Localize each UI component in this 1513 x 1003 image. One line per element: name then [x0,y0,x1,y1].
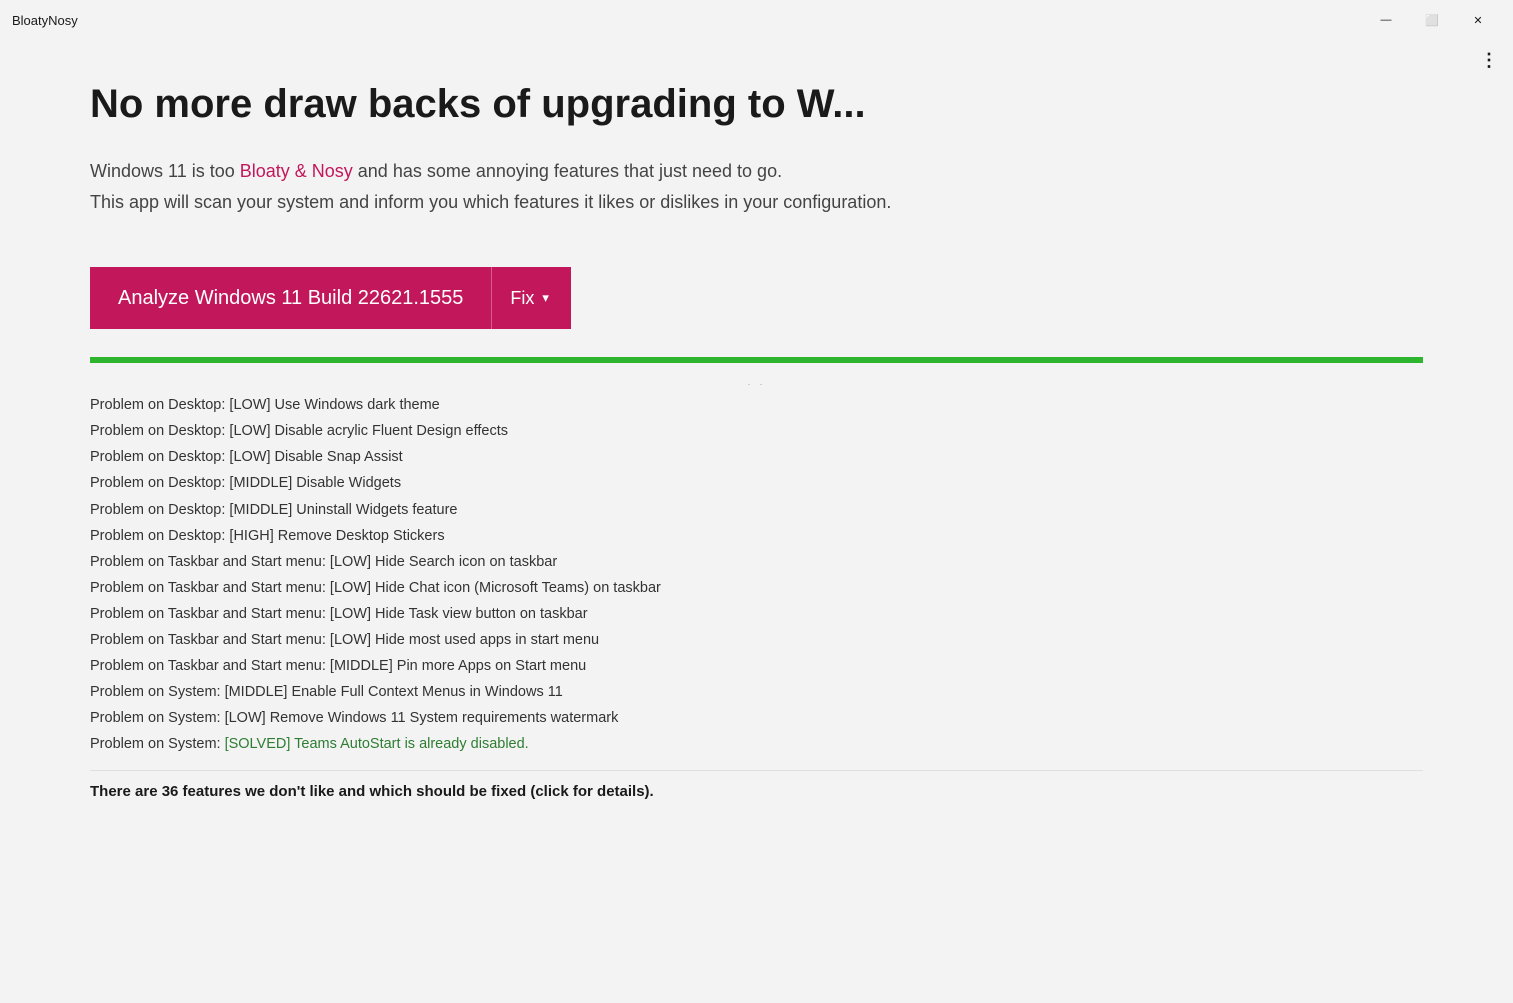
result-item-8: Problem on Taskbar and Start menu: [LOW]… [90,575,1403,601]
title-bar-left: BloatyNosy [12,13,78,28]
subtitle-prefix: Windows 11 is too [90,161,240,181]
title-bar-controls: — ⬜ ✕ [1363,0,1501,40]
result-item-14: Problem on System: [SOLVED] Teams AutoSt… [90,731,1403,757]
analyze-button[interactable]: Analyze Windows 11 Build 22621.1555 [90,267,491,329]
subtitle: Windows 11 is too Bloaty & Nosy and has … [90,156,1423,217]
progress-bar-container [90,357,1423,363]
subtitle-suffix: and has some annoying features that just… [353,161,782,181]
result-item-9: Problem on Taskbar and Start menu: [LOW]… [90,601,1403,627]
brand-text: Bloaty & Nosy [240,161,353,181]
subtitle-line2: This app will scan your system and infor… [90,192,891,212]
headline: No more draw backs of upgrading to W... [90,80,1423,128]
results-container[interactable]: Problem on Desktop: [LOW] Use Windows da… [90,392,1423,762]
fix-label: Fix [510,288,534,309]
summary[interactable]: There are 36 features we don't like and … [90,770,1423,800]
result-item-7: Problem on Taskbar and Start menu: [LOW]… [90,549,1403,575]
app-title: BloatyNosy [12,13,78,28]
title-bar: BloatyNosy — ⬜ ✕ [0,0,1513,40]
scroll-dots: · · [90,379,1423,390]
minimize-button[interactable]: — [1363,0,1409,40]
close-button[interactable]: ✕ [1455,0,1501,40]
solved-text: [SOLVED] Teams AutoStart is already disa… [225,736,529,752]
result-item-3: Problem on Desktop: [LOW] Disable Snap A… [90,444,1403,470]
result-item-10: Problem on Taskbar and Start menu: [LOW]… [90,627,1403,653]
action-row: Analyze Windows 11 Build 22621.1555 Fix … [90,267,1423,329]
result-item-5: Problem on Desktop: [MIDDLE] Uninstall W… [90,497,1403,523]
main-content: No more draw backs of upgrading to W... … [0,40,1513,1003]
result-item-6: Problem on Desktop: [HIGH] Remove Deskto… [90,523,1403,549]
result-item-2: Problem on Desktop: [LOW] Disable acryli… [90,418,1403,444]
maximize-button[interactable]: ⬜ [1409,0,1455,40]
fix-button[interactable]: Fix ▾ [491,267,571,329]
chevron-down-icon: ▾ [542,290,549,306]
result-item-4: Problem on Desktop: [MIDDLE] Disable Wid… [90,470,1403,496]
result-item-12: Problem on System: [MIDDLE] Enable Full … [90,679,1403,705]
progress-bar-fill [90,357,1423,363]
result-item-11: Problem on Taskbar and Start menu: [MIDD… [90,653,1403,679]
result-item-13: Problem on System: [LOW] Remove Windows … [90,705,1403,731]
result-item-1: Problem on Desktop: [LOW] Use Windows da… [90,392,1403,418]
